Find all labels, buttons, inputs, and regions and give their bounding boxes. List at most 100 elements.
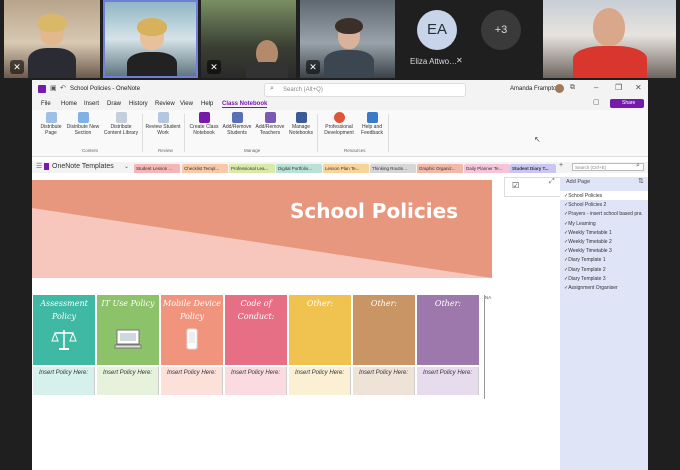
- note-container[interactable]: ☑ ⤢: [504, 177, 562, 197]
- participant-video-active[interactable]: [103, 0, 198, 78]
- section-tab[interactable]: Thinking Routin...: [370, 164, 416, 173]
- menu-history[interactable]: History: [129, 101, 148, 107]
- policy-cell[interactable]: Insert Policy Here:: [353, 367, 415, 395]
- section-tab[interactable]: Checklist Templ...: [182, 164, 228, 173]
- page-list-item[interactable]: ✓Diary Template 1: [564, 257, 606, 263]
- search-icon: ⌕: [270, 85, 274, 92]
- section-tab[interactable]: Graphic Organiz...: [417, 164, 463, 173]
- page-list-item[interactable]: ✓Assignment Organiser: [564, 285, 618, 291]
- policy-column-header[interactable]: Assessment Policy: [33, 295, 95, 365]
- lightbulb-icon: [333, 112, 345, 123]
- professional-development-button[interactable]: Professional Development: [320, 112, 358, 136]
- group-divider: [184, 114, 185, 152]
- phone-icon: [161, 327, 223, 356]
- sort-icon[interactable]: ⇅: [638, 177, 644, 185]
- page-title: School Policies: [290, 199, 459, 223]
- policy-column-header[interactable]: Other:: [417, 295, 479, 365]
- menu-draw[interactable]: Draw: [107, 101, 121, 107]
- add-remove-teachers-button[interactable]: Add/Remove Teachers: [254, 112, 286, 136]
- more-participants-button[interactable]: +3: [481, 10, 521, 50]
- notebook-icon: [44, 163, 49, 170]
- add-page-label[interactable]: Add Page: [566, 179, 590, 185]
- review-student-work-button[interactable]: Review Student Work: [144, 112, 182, 136]
- menu-file[interactable]: File: [41, 101, 51, 107]
- search-placeholder: Search (Alt+Q): [283, 87, 323, 93]
- page-list-item[interactable]: ✓My Learning: [564, 221, 596, 227]
- search-icon[interactable]: ⌕: [636, 162, 640, 170]
- policy-heading: Other:: [306, 299, 334, 308]
- menu-insert[interactable]: Insert: [84, 101, 99, 107]
- participant-video-5[interactable]: [543, 0, 676, 78]
- add-remove-students-button[interactable]: Add/Remove Students: [221, 112, 253, 136]
- section-tab[interactable]: Daily Planner Te...: [464, 164, 510, 173]
- page-canvas[interactable]: School Policies Assessment Policy Insert …: [32, 177, 492, 470]
- avatar[interactable]: EA: [417, 10, 457, 50]
- save-icon[interactable]: ▣: [50, 84, 57, 92]
- section-tab[interactable]: Professional Lea...: [229, 164, 275, 173]
- ribbon-options-icon[interactable]: ⧉: [570, 84, 575, 92]
- avatar[interactable]: [555, 84, 564, 93]
- policy-column-header[interactable]: Other:: [353, 295, 415, 365]
- participant-video-1[interactable]: ✕: [4, 0, 100, 78]
- menu-view[interactable]: View: [180, 101, 193, 107]
- page-list-label: Assignment Organiser: [568, 285, 618, 291]
- participant-body: [246, 62, 288, 78]
- restore-icon[interactable]: ❐: [615, 83, 622, 92]
- user-name[interactable]: Amanda Frampton: [510, 86, 560, 92]
- undo-icon[interactable]: ↶: [60, 84, 66, 92]
- create-class-notebook-button[interactable]: Create Class Notebook: [188, 112, 220, 136]
- page-list-item[interactable]: ✓Weekly Timetable 2: [564, 239, 612, 245]
- page-list-item[interactable]: ✓Diary Template 2: [564, 267, 606, 273]
- expand-icon[interactable]: ⤢: [549, 178, 555, 186]
- manage-notebooks-button[interactable]: Manage Notebooks: [287, 112, 315, 136]
- policy-heading: Other:: [370, 299, 398, 308]
- page-list-item[interactable]: ✓Prayers - insert school based pra: [564, 211, 642, 217]
- participant-body: [28, 48, 76, 78]
- page-list-item[interactable]: ✓Weekly Timetable 1: [564, 230, 612, 236]
- page-list-item[interactable]: ✓School Policies 2: [564, 202, 606, 208]
- policy-column-header[interactable]: Code of Conduct:: [225, 295, 287, 365]
- policy-cell[interactable]: Insert Policy Here:: [417, 367, 479, 395]
- policy-cell[interactable]: Insert Policy Here:: [161, 367, 223, 395]
- section-tab[interactable]: Student Lesson ...: [134, 164, 180, 173]
- notebook-list-icon[interactable]: ☰: [36, 162, 42, 170]
- section-tab-active[interactable]: Student Diary T...: [510, 164, 556, 173]
- policy-cell[interactable]: Insert Policy Here:: [225, 367, 287, 395]
- notebook-name[interactable]: OneNote Templates: [52, 163, 114, 170]
- add-section-icon[interactable]: +: [559, 162, 563, 169]
- page-list-label: Weekly Timetable 1: [568, 229, 612, 236]
- checkbox-icon[interactable]: ☑: [512, 181, 519, 190]
- participant-video-3[interactable]: ✕: [201, 0, 296, 78]
- search-box[interactable]: ⌕ Search (Alt+Q): [264, 83, 466, 97]
- menu-help[interactable]: Help: [201, 101, 213, 107]
- distribute-new-section-button[interactable]: Distribute New Section: [66, 112, 100, 136]
- policy-cell[interactable]: Insert Policy Here:: [289, 367, 351, 395]
- policy-cell[interactable]: Insert Policy Here:: [33, 367, 95, 395]
- share-button[interactable]: Share: [610, 99, 644, 108]
- notebook-search-input[interactable]: Search (Ctrl+E): [572, 163, 644, 171]
- close-icon[interactable]: ✕: [635, 83, 642, 92]
- page-list-item[interactable]: ✓School Policies: [564, 193, 602, 199]
- group-label-content: Content: [82, 148, 98, 153]
- sticky-notes-icon[interactable]: ▢: [593, 98, 600, 106]
- menu-class-notebook[interactable]: Class Notebook: [222, 101, 268, 108]
- distribute-page-button[interactable]: Distribute Page: [38, 112, 64, 136]
- menu-home[interactable]: Home: [61, 101, 77, 107]
- help-and-feedback-button[interactable]: Help and Feedback: [358, 112, 386, 136]
- policy-heading: Other:: [434, 299, 462, 308]
- menu-review[interactable]: Review: [155, 101, 175, 107]
- section-tab[interactable]: Digital Portfolio...: [276, 164, 322, 173]
- policy-column-header[interactable]: IT Use Policy: [97, 295, 159, 365]
- page-list-item[interactable]: ✓Weekly Timetable 3: [564, 248, 612, 254]
- page-list-label: School Policies: [568, 193, 603, 199]
- participant-video-4[interactable]: ✕: [300, 0, 395, 78]
- page-list-item[interactable]: ✓Diary Template 3: [564, 276, 606, 282]
- section-tab[interactable]: Lesson Plan Te...: [323, 164, 369, 173]
- add-page-row[interactable]: Add Page ⇅: [560, 177, 648, 188]
- policy-column-header[interactable]: Mobile Device Policy: [161, 295, 223, 365]
- distribute-content-library-button[interactable]: Distribute Content Library: [102, 112, 140, 136]
- policy-cell[interactable]: Insert Policy Here:: [97, 367, 159, 395]
- policy-column-header[interactable]: Other:: [289, 295, 351, 365]
- minimize-icon[interactable]: –: [594, 83, 598, 92]
- chevron-down-icon[interactable]: ⌄: [124, 163, 129, 170]
